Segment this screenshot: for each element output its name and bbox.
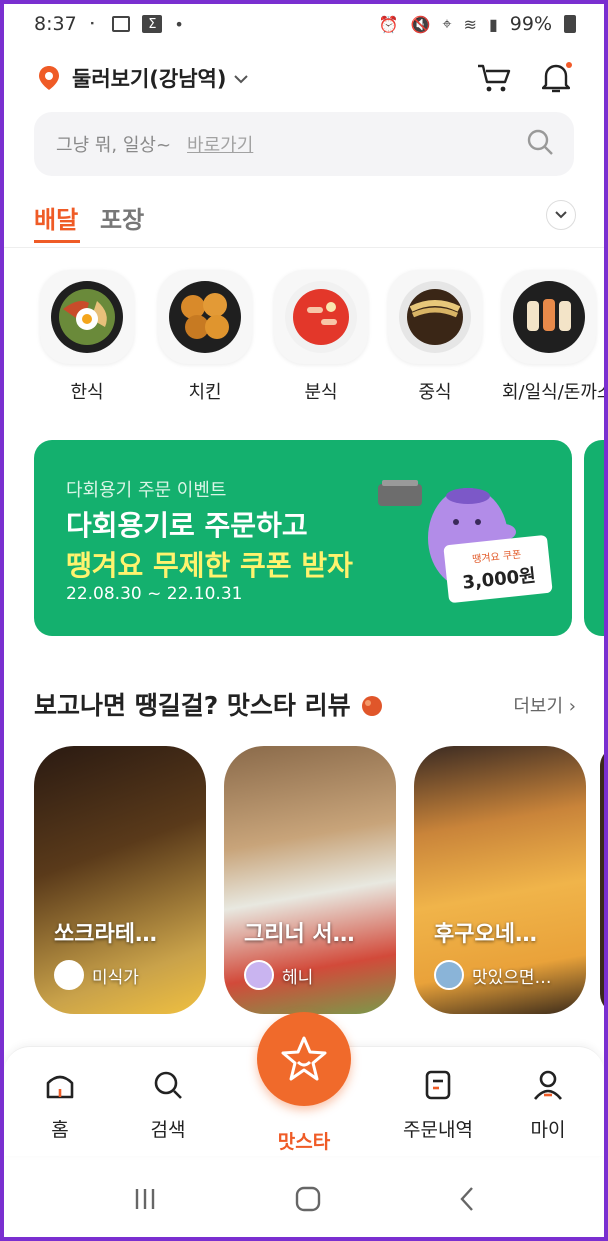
- review-card-user: 맛있으면…: [434, 960, 552, 990]
- review-more-link[interactable]: 더보기 ›: [513, 692, 576, 718]
- category-label: 중식: [418, 382, 452, 403]
- search-icon: [154, 1071, 182, 1099]
- user-icon: [533, 1070, 563, 1100]
- category-korean[interactable]: 한식: [40, 270, 134, 404]
- avatar: [54, 960, 84, 990]
- sigma-app-icon: Σ: [142, 15, 163, 33]
- tab-takeout[interactable]: 포장: [100, 200, 144, 235]
- chevron-down-icon[interactable]: [234, 69, 249, 88]
- app-screen: 8:37 ⠂ Σ • ⏰ 🔇 ⌖ ≋ ▮ 99% 둘러보기(강남역) 그냥 뭐,…: [4, 4, 604, 1237]
- alarm-icon: ⏰: [378, 14, 399, 34]
- home-icon: [46, 1075, 74, 1099]
- category-row: 한식 치킨 분식 중식 회/일식/돈까스: [40, 270, 604, 403]
- nav-orders[interactable]: 주문내역: [388, 1069, 488, 1142]
- review-more-label: 더보기: [513, 696, 564, 717]
- nav-matsta[interactable]: 맛스타: [254, 1117, 354, 1154]
- location-pin-icon: [38, 65, 60, 91]
- review-card-title: 그리너 서…: [244, 922, 355, 947]
- expand-chevron-icon[interactable]: [546, 200, 576, 230]
- sushi-icon: [502, 270, 596, 364]
- banner-dates: 22.08.30 ~ 22.10.31: [66, 584, 243, 604]
- chicken-icon: [158, 270, 252, 364]
- category-snack[interactable]: 분식: [274, 270, 368, 404]
- next-banner-peek[interactable]: [584, 440, 604, 636]
- wifi-icon: ≋: [463, 14, 477, 34]
- cart-button[interactable]: [476, 60, 512, 96]
- coupon-badge: 땡겨요 쿠폰 3,000원: [443, 534, 553, 604]
- review-card-username: 맛있으면…: [472, 967, 552, 988]
- nav-my[interactable]: 마이: [498, 1069, 598, 1142]
- location-selector[interactable]: 둘러보기(강남역): [72, 63, 226, 93]
- review-card[interactable]: 쏘크라테… 미식가: [34, 746, 206, 1014]
- tab-delivery[interactable]: 배달: [34, 200, 81, 243]
- review-card-username: 헤니: [282, 967, 314, 988]
- category-japanese[interactable]: 회/일식/돈까스: [502, 270, 604, 404]
- mute-icon: 🔇: [410, 14, 431, 34]
- review-card-user: 헤니: [244, 960, 313, 990]
- signal-dots-icon: ⠂: [88, 14, 101, 34]
- category-label: 분식: [304, 382, 338, 403]
- notification-button[interactable]: [538, 60, 574, 96]
- home-button-icon[interactable]: [295, 1186, 321, 1216]
- category-chinese[interactable]: 중식: [388, 270, 482, 404]
- promo-banner[interactable]: 다회용기 주문 이벤트 다회용기로 주문하고 땡겨요 무제한 쿠폰 받자 22.…: [34, 440, 572, 636]
- category-label: 회/일식/돈까스: [502, 382, 604, 403]
- signal-icon: ▮: [488, 14, 498, 34]
- nav-label: 마이: [530, 1119, 566, 1141]
- category-label: 한식: [70, 382, 104, 403]
- review-card[interactable]: 그리너 서… 헤니: [224, 746, 396, 1014]
- avatar: [244, 960, 274, 990]
- nav-label: 맛스타: [277, 1131, 331, 1153]
- cart-icon: [478, 64, 511, 92]
- chevron-right-icon: ›: [568, 696, 576, 717]
- nav-search[interactable]: 검색: [118, 1069, 218, 1142]
- banner-title-line2: 땡겨요 무제한 쿠폰 받자: [66, 549, 353, 582]
- review-card-username: 미식가: [92, 967, 139, 988]
- star-face-icon: [281, 1036, 327, 1081]
- tteokbokki-icon: [274, 270, 368, 364]
- search-shortcut-link[interactable]: 바로가기: [187, 131, 253, 157]
- nav-label: 주문내역: [403, 1119, 473, 1141]
- battery-percent: 99%: [509, 13, 552, 35]
- nav-label: 검색: [150, 1119, 186, 1141]
- matsta-fab-button[interactable]: [257, 1012, 351, 1106]
- avatar: [434, 960, 464, 990]
- status-bar: 8:37 ⠂ Σ • ⏰ 🔇 ⌖ ≋ ▮ 99%: [4, 4, 604, 44]
- review-card-user: 미식가: [54, 960, 139, 990]
- category-chicken[interactable]: 치킨: [158, 270, 252, 404]
- bibimbap-icon: [40, 270, 134, 364]
- review-section-title: 보고나면 땡길걸? 맛스타 리뷰: [34, 686, 385, 722]
- dot-icon: •: [174, 14, 184, 34]
- notification-badge: [566, 62, 572, 68]
- recent-apps-icon[interactable]: [133, 1188, 157, 1214]
- review-card-title: 후구오네…: [434, 922, 537, 947]
- bell-icon: [542, 64, 570, 93]
- nav-label: 홈: [51, 1119, 69, 1141]
- gallery-icon: [112, 16, 131, 32]
- nav-home[interactable]: 홈: [10, 1069, 110, 1142]
- service-tabs: 배달 포장: [4, 200, 604, 248]
- search-bar[interactable]: 그냥 뭐, 일상~ 바로가기: [34, 112, 574, 176]
- search-placeholder: 그냥 뭐, 일상~: [56, 135, 172, 156]
- search-icon[interactable]: [526, 128, 554, 161]
- review-card-title: 쏘크라테…: [54, 922, 157, 947]
- heart-hand-icon: [359, 691, 385, 720]
- header: 둘러보기(강남역): [4, 50, 604, 106]
- jajangmyeon-icon: [388, 270, 482, 364]
- system-nav-bar: [4, 1166, 604, 1236]
- review-card-peek[interactable]: [600, 746, 604, 1014]
- banner-title-line1: 다회용기로 주문하고: [66, 509, 308, 542]
- category-label: 치킨: [188, 382, 222, 403]
- location-status-icon: ⌖: [442, 14, 452, 33]
- back-icon[interactable]: [459, 1186, 475, 1216]
- review-card[interactable]: 후구오네… 맛있으면…: [414, 746, 586, 1014]
- banner-subtitle: 다회용기 주문 이벤트: [66, 480, 227, 501]
- receipt-icon: [425, 1070, 451, 1100]
- battery-icon: [564, 15, 576, 33]
- review-section-title-text: 보고나면 땡길걸? 맛스타 리뷰: [34, 691, 351, 720]
- status-time: 8:37: [34, 13, 77, 35]
